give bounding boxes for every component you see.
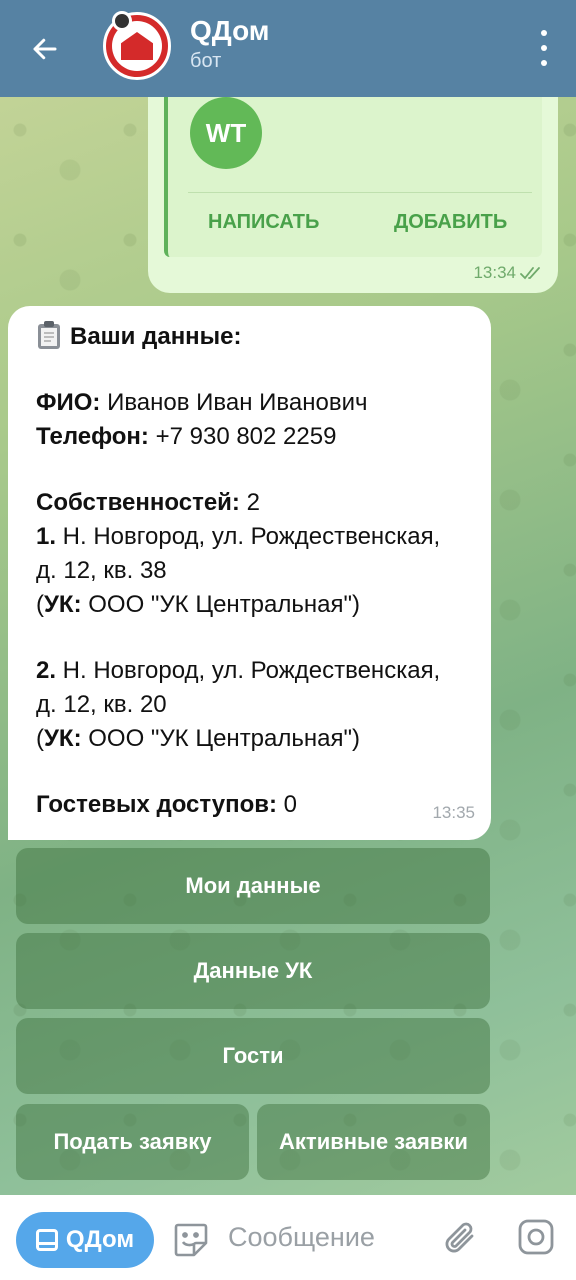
property-2-uk: (УК: ООО "УК Центральная"): [36, 725, 360, 752]
fio-label: ФИО:: [36, 389, 101, 416]
phone-label: Телефон:: [36, 423, 149, 450]
message-heading: Ваши данные:: [36, 320, 473, 354]
uk-label: УК:: [44, 591, 82, 618]
bot-avatar[interactable]: [103, 11, 171, 80]
property-2-address: 2. Н. Новгород, ул. Рождественская,: [36, 654, 473, 688]
info-title: Ваши данные:: [70, 323, 242, 350]
double-check-icon: [520, 267, 540, 280]
property-1-line1: Н. Новгород, ул. Рождественская,: [56, 523, 441, 550]
divider: [188, 192, 532, 193]
chat-header: QДом бот: [0, 0, 576, 97]
guests-value: 0: [277, 791, 298, 818]
guests-button[interactable]: Гости: [16, 1018, 490, 1094]
active-requests-button[interactable]: Активные заявки: [257, 1104, 490, 1180]
property-2-line2: д. 12, кв. 20: [36, 691, 167, 718]
uk-value: ООО "УК Центральная"): [81, 725, 360, 752]
chat-title-block[interactable]: QДом бот: [190, 14, 270, 74]
properties-line: Собственностей: 2: [36, 486, 473, 520]
uk-value: ООО "УК Центральная"): [81, 591, 360, 618]
back-button[interactable]: [0, 0, 90, 97]
fio-line: ФИО: Иванов Иван Иванович: [36, 386, 473, 420]
submit-request-button[interactable]: Подать заявку: [16, 1104, 249, 1180]
uk-data-button[interactable]: Данные УК: [16, 933, 490, 1009]
property-2-number: 2.: [36, 657, 57, 684]
property-1-uk: (УК: ООО "УК Центральная"): [36, 591, 360, 618]
message-input-bar: QДом: [0, 1195, 576, 1280]
write-button[interactable]: НАПИСАТЬ: [208, 211, 319, 234]
add-contact-button[interactable]: ДОБАВИТЬ: [394, 211, 507, 234]
chat-subtitle: бот: [190, 50, 222, 72]
message-time: 13:34: [473, 263, 544, 283]
bot-menu-label: QДом: [65, 1226, 135, 1253]
property-1-line2: д. 12, кв. 38: [36, 557, 167, 584]
vertical-dots-icon[interactable]: [534, 30, 554, 66]
property-1-address: 1. Н. Новгород, ул. Рождественская,: [36, 520, 473, 554]
property-1-number: 1.: [36, 523, 57, 550]
properties-value: 2: [239, 489, 260, 516]
paperclip-icon[interactable]: [442, 1217, 480, 1259]
message-input[interactable]: [228, 1217, 428, 1257]
sticker-icon[interactable]: [172, 1221, 210, 1259]
phone-value[interactable]: +7 930 802 2259: [149, 423, 337, 450]
incoming-info-message: Ваши данные: ФИО: Иванов Иван Иванович Т…: [8, 306, 491, 840]
contact-card: WT НАПИСАТЬ ДОБАВИТЬ: [164, 97, 542, 257]
message-time: 13:35: [432, 803, 475, 822]
phone-line: Телефон: +7 930 802 2259: [36, 420, 473, 454]
chat-title: QДом: [190, 15, 270, 46]
clipboard-icon: [36, 320, 62, 350]
location-pin-icon: [112, 11, 132, 31]
fio-value: Иванов Иван Иванович: [100, 389, 368, 416]
bot-menu-button[interactable]: QДом: [16, 1212, 154, 1268]
property-2-line1: Н. Новгород, ул. Рождественская,: [56, 657, 441, 684]
time-label: 13:34: [473, 263, 516, 282]
guests-label: Гостевых доступов:: [36, 791, 277, 818]
outgoing-contact-message: WT НАПИСАТЬ ДОБАВИТЬ 13:34: [148, 97, 558, 293]
uk-label: УК:: [44, 725, 82, 752]
camera-icon[interactable]: [516, 1217, 556, 1257]
contact-avatar[interactable]: WT: [190, 97, 262, 169]
properties-label: Собственностей:: [36, 489, 240, 516]
my-data-button[interactable]: Мои данные: [16, 848, 490, 924]
guests-line: Гостевых доступов: 0: [36, 788, 473, 822]
arrow-left-icon: [33, 38, 57, 59]
menu-box-icon: [35, 1229, 58, 1251]
